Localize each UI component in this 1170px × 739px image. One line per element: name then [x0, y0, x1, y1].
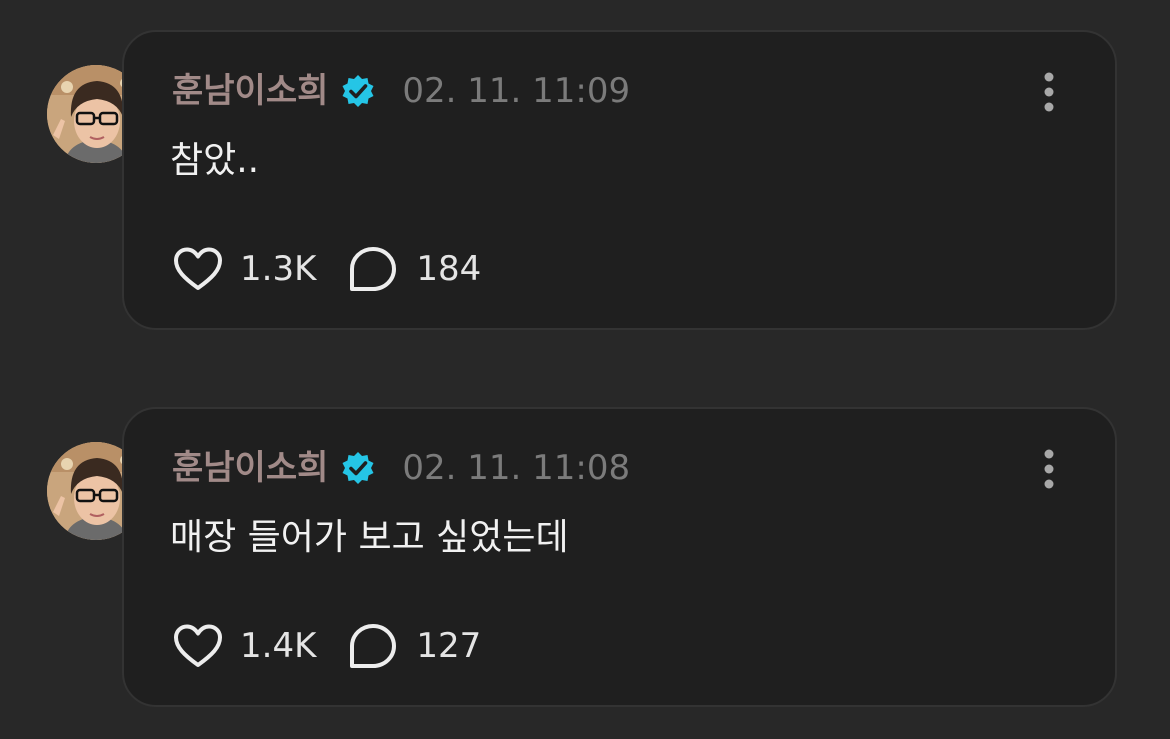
post-actions: 1.3K 184 — [172, 244, 481, 294]
post-text: 매장 들어가 보고 싶었는데 — [170, 517, 569, 558]
post: 훈남이소희 02. 11. 11:08 매장 들어가 보고 싶었는데 1.4K … — [0, 377, 1170, 707]
post-timestamp: 02. 11. 11:09 — [402, 71, 631, 111]
comment-button[interactable]: 184 — [348, 244, 481, 294]
heart-icon — [172, 623, 224, 669]
post-header: 훈남이소희 02. 11. 11:08 — [172, 445, 630, 491]
comment-count: 184 — [416, 249, 482, 289]
post-header: 훈남이소희 02. 11. 11:09 — [172, 68, 630, 114]
verified-badge-icon — [340, 450, 376, 486]
like-count: 1.3K — [240, 249, 317, 289]
more-vertical-icon[interactable] — [1037, 72, 1061, 112]
post-card[interactable]: 훈남이소희 02. 11. 11:08 매장 들어가 보고 싶었는데 1.4K … — [122, 407, 1117, 707]
post-card[interactable]: 훈남이소희 02. 11. 11:09 참았.. 1.3K 184 — [122, 30, 1117, 330]
like-count: 1.4K — [240, 626, 317, 666]
comment-count: 127 — [416, 626, 482, 666]
more-vertical-icon[interactable] — [1037, 449, 1061, 489]
post-actions: 1.4K 127 — [172, 621, 481, 671]
post: 훈남이소희 02. 11. 11:09 참았.. 1.3K 184 — [0, 0, 1170, 330]
like-button[interactable]: 1.4K — [172, 621, 316, 671]
comment-button[interactable]: 127 — [348, 621, 481, 671]
post-text: 참았.. — [170, 140, 260, 181]
verified-badge-icon — [340, 73, 376, 109]
speech-bubble-icon — [348, 245, 398, 293]
post-timestamp: 02. 11. 11:08 — [402, 448, 631, 488]
speech-bubble-icon — [348, 622, 398, 670]
heart-icon — [172, 246, 224, 292]
like-button[interactable]: 1.3K — [172, 244, 316, 294]
username[interactable]: 훈남이소희 — [172, 68, 328, 114]
username[interactable]: 훈남이소희 — [172, 445, 328, 491]
